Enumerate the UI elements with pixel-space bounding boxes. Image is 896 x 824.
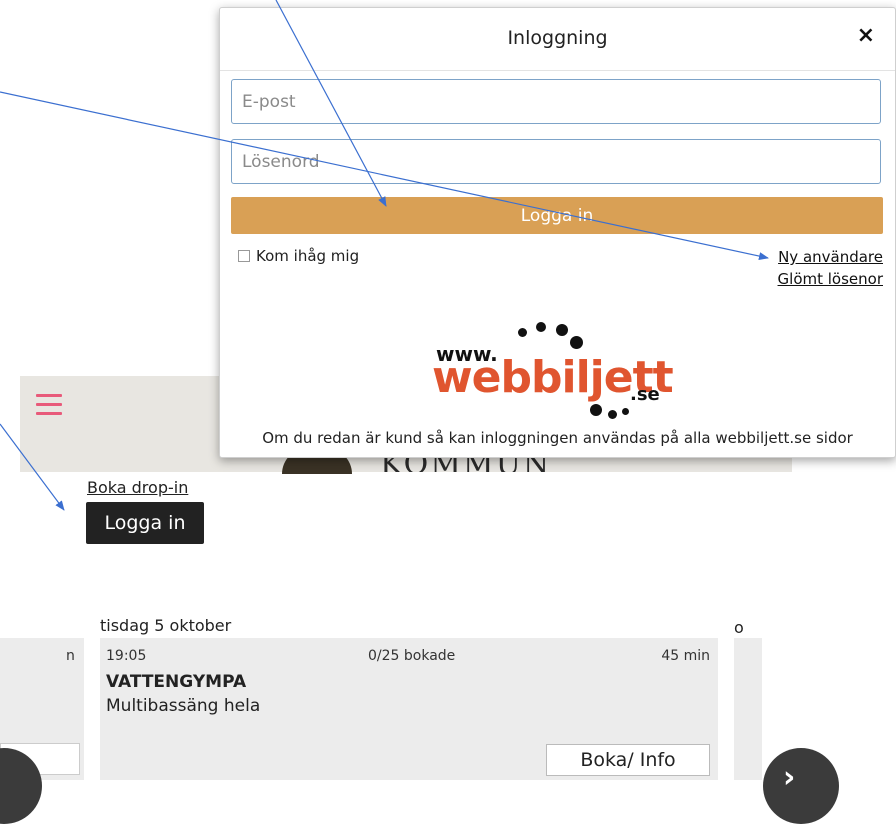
modal-title: Inloggning [507,27,608,49]
previous-card-text-fragment: n [66,648,75,664]
session-duration: 45 min [661,648,710,664]
forgot-password-link[interactable]: Glömt lösenor [778,270,883,288]
password-field[interactable]: Lösenord [231,139,881,184]
webbiljett-logo: www. webbiljett .se [432,314,682,419]
logo-dot [622,408,629,415]
boka-info-button[interactable]: Boka/ Info [546,744,710,776]
carousel-next-button[interactable]: › [763,748,839,824]
session-title: VATTENGYMPA [106,672,247,692]
remember-me[interactable]: Kom ihåg mig [238,247,359,265]
remember-me-label: Kom ihåg mig [256,247,360,265]
close-icon[interactable]: × [857,23,875,48]
session-booked-count: 0/25 bokade [368,648,456,664]
page-login-button[interactable]: Logga in [86,502,204,544]
modal-header: Inloggning × [220,8,895,71]
login-modal: Inloggning × E-post Lösenord Logga in Ko… [219,7,896,458]
session-venue: Multibassäng hela [106,696,261,716]
boka-drop-in-link[interactable]: Boka drop-in [87,478,188,497]
session-time: 19:05 [106,648,147,664]
next-day-heading-fragment: o [734,618,744,637]
logo-dot [536,322,546,332]
logo-dot [556,324,568,336]
logo-dot [518,328,527,337]
chevron-right-icon: › [783,760,796,795]
logo-tld: .se [630,384,660,405]
email-field[interactable]: E-post [231,79,881,124]
day-heading: tisdag 5 oktober [100,616,232,635]
new-user-link[interactable]: Ny användare [778,248,883,266]
logo-dot [590,404,602,416]
session-card: 19:05 0/25 bokade 45 min VATTENGYMPA Mul… [100,638,718,780]
hamburger-menu-icon[interactable] [36,394,62,418]
login-submit-button[interactable]: Logga in [231,197,883,234]
modal-footer-note: Om du redan är kund så kan inloggningen … [262,429,853,447]
next-session-card [734,638,762,780]
remember-me-checkbox[interactable] [238,250,250,262]
logo-dot [570,336,583,349]
logo-dot [608,410,617,419]
